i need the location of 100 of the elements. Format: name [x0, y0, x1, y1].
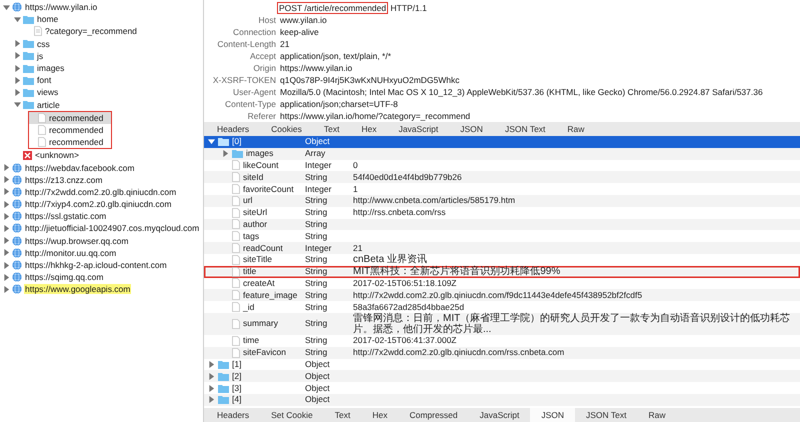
tree-item[interactable]: https://hkhkg-2-ap.icloud-content.com	[0, 258, 203, 272]
json-tree-row[interactable]: title String MIT黑科技：全新芯片将语音识别功耗降低99%	[204, 266, 800, 278]
disclosure-triangle-icon[interactable]	[14, 52, 21, 60]
tab[interactable]: JSON Text	[575, 408, 638, 422]
json-value-text: http://7x2wdd.com2.z0.glb.qiniucdn.com/rss.cnbeta.com	[353, 347, 566, 358]
globe-icon	[12, 174, 22, 185]
json-value-text: 2017-02-15T06:41:37.000Z	[353, 335, 458, 346]
tree-item[interactable]: recommended	[29, 112, 111, 124]
json-key-text: [0]	[232, 136, 242, 148]
header-name: X-XSRF-TOKEN	[212, 75, 276, 85]
tree-item[interactable]: http://monitor.uu.qq.com	[0, 246, 203, 259]
disclosure-triangle-icon[interactable]	[3, 200, 10, 208]
globe-icon	[12, 284, 22, 294]
disclosure-triangle-icon[interactable]	[3, 188, 10, 196]
disclosure-triangle-icon[interactable]	[14, 88, 21, 96]
json-value-text: MIT黑科技：全新芯片将语音识别功耗降低99%	[353, 266, 562, 278]
disclosure-triangle-icon[interactable]	[3, 249, 10, 256]
disclosure-triangle-icon[interactable]	[3, 274, 10, 281]
tree-item[interactable]: http://jietuofficial-10024907.cos.myqcloud.com	[0, 222, 203, 235]
json-value-text: cnBeta 业界资讯	[353, 254, 428, 266]
tab[interactable]: Cookies	[260, 122, 313, 136]
tab[interactable]: Text	[312, 122, 350, 136]
json-tree-row[interactable]: author String	[204, 218, 800, 230]
disclosure-triangle-icon[interactable]	[208, 396, 215, 404]
tree-item[interactable]: home	[0, 13, 203, 26]
json-type-text: String	[305, 254, 328, 266]
header-name: Content-Type	[224, 99, 276, 109]
disclosure-triangle-icon[interactable]	[3, 164, 10, 172]
tree-item[interactable]: https://z13.cnzz.com	[0, 174, 203, 186]
disclosure-triangle-icon[interactable]	[208, 138, 215, 146]
json-tree-row[interactable]: readCount Integer 21	[204, 242, 800, 254]
disclosure-triangle-icon[interactable]	[3, 237, 10, 244]
tab[interactable]: Raw	[556, 122, 596, 136]
disclosure-triangle-icon[interactable]	[208, 360, 215, 368]
document-icon	[34, 26, 42, 36]
disclosure-triangle-icon[interactable]	[14, 16, 21, 23]
tree-item[interactable]: https://webdav.facebook.com	[0, 161, 203, 174]
tree-item[interactable]: https://ssl.gstatic.com	[0, 210, 203, 222]
http-version-text: HTTP/1.1	[389, 3, 427, 13]
tree-item[interactable]: https://www.yilan.io	[0, 1, 203, 14]
tab[interactable]: JSON	[449, 122, 494, 136]
disclosure-triangle-icon[interactable]	[222, 150, 229, 158]
tree-item[interactable]: <unknown>	[0, 149, 203, 162]
json-type-text: Integer	[305, 184, 332, 195]
disclosure-triangle-icon[interactable]	[14, 40, 21, 48]
tab[interactable]: JSON	[530, 408, 575, 422]
disclosure-triangle-icon[interactable]	[208, 384, 215, 392]
tree-item[interactable]: font	[0, 74, 203, 86]
tree-item[interactable]: http://7x2wdd.com2.z0.glb.qiniucdn.com	[0, 186, 203, 198]
tab[interactable]: Headers	[206, 408, 260, 422]
tab[interactable]: Hex	[350, 122, 388, 136]
tab[interactable]: JSON Text	[494, 122, 556, 136]
tab[interactable]: Compressed	[398, 408, 469, 422]
tree-item[interactable]: views	[0, 86, 203, 98]
document-icon	[232, 160, 240, 170]
tree-item[interactable]: recommended	[29, 136, 111, 148]
disclosure-triangle-icon[interactable]	[14, 101, 21, 108]
tree-item[interactable]: https://sqimg.qq.com	[0, 271, 203, 284]
json-tree-row[interactable]: url String http://www.cnbeta.com/articles/585179.htm	[204, 194, 800, 207]
disclosure-triangle-icon[interactable]	[3, 4, 10, 11]
json-type-text: Object	[305, 382, 331, 394]
folder-icon	[23, 51, 34, 60]
disclosure-triangle-icon[interactable]	[14, 76, 21, 84]
json-tree-row[interactable]: [2] Object	[204, 370, 800, 382]
tree-item[interactable]: images	[0, 62, 203, 74]
json-tree-row[interactable]: [4] Object	[204, 394, 800, 406]
folder-icon	[23, 88, 34, 97]
tree-item[interactable]: https://wup.browser.qq.com	[0, 234, 203, 247]
tree-item[interactable]: css	[0, 38, 203, 50]
tab[interactable]: JavaScript	[468, 408, 530, 422]
tab[interactable]: Headers	[206, 122, 260, 136]
disclosure-triangle-icon[interactable]	[3, 286, 10, 293]
json-value-text: http://www.cnbeta.com/articles/585179.htm	[353, 195, 516, 206]
disclosure-triangle-icon[interactable]	[3, 212, 10, 220]
tab[interactable]: Hex	[361, 408, 398, 422]
tree-item[interactable]: js	[0, 50, 203, 62]
tab[interactable]: Set Cookie	[260, 408, 324, 422]
disclosure-triangle-icon[interactable]	[208, 372, 215, 380]
tree-item[interactable]: https://www.googleapis.com	[0, 283, 203, 296]
json-key-text: url	[243, 195, 254, 206]
disclosure-triangle-icon[interactable]	[14, 64, 21, 72]
tree-item[interactable]: ?category=_recommend	[0, 25, 203, 38]
tree-item[interactable]: article	[0, 98, 203, 111]
tab[interactable]: Raw	[637, 408, 676, 422]
json-type-text: Array	[305, 148, 326, 160]
tree-item[interactable]: recommended	[29, 124, 111, 136]
json-tree-row[interactable]: siteFavicon String http://7x2wdd.com2.z0.glb.qiniucdn.com/rss.cnbeta.com	[204, 346, 800, 359]
json-tree-row[interactable]: [0] Object	[204, 136, 800, 148]
json-tree-row[interactable]: images Array	[204, 148, 800, 160]
json-type-text: String	[305, 230, 328, 242]
tab[interactable]: Text	[324, 408, 362, 422]
json-tree-row[interactable]: summary String 雷锋网消息：日前，MIT（麻省理工学院）的研究人员开发了一款专为自动语音识别设计的低功耗芯片。据悉，他们开发的芯片最...	[204, 312, 800, 335]
document-icon	[232, 302, 240, 312]
disclosure-triangle-icon[interactable]	[3, 224, 10, 232]
json-tree-row[interactable]: siteId String 54f40ed0d1e4f4bd9b779b26	[204, 171, 800, 184]
disclosure-triangle-icon[interactable]	[3, 176, 10, 184]
tab[interactable]: JavaScript	[388, 122, 450, 136]
tree-item[interactable]: http://7xiyp4.com2.z0.glb.qiniucdn.com	[0, 198, 203, 210]
disclosure-triangle-icon[interactable]	[3, 262, 10, 269]
json-tree-row[interactable]: feature_image String http://7x2wdd.com2.z0.glb.qiniucdn.com/f9dc11443e4defe45f438952bf2fcdf5	[204, 289, 800, 302]
